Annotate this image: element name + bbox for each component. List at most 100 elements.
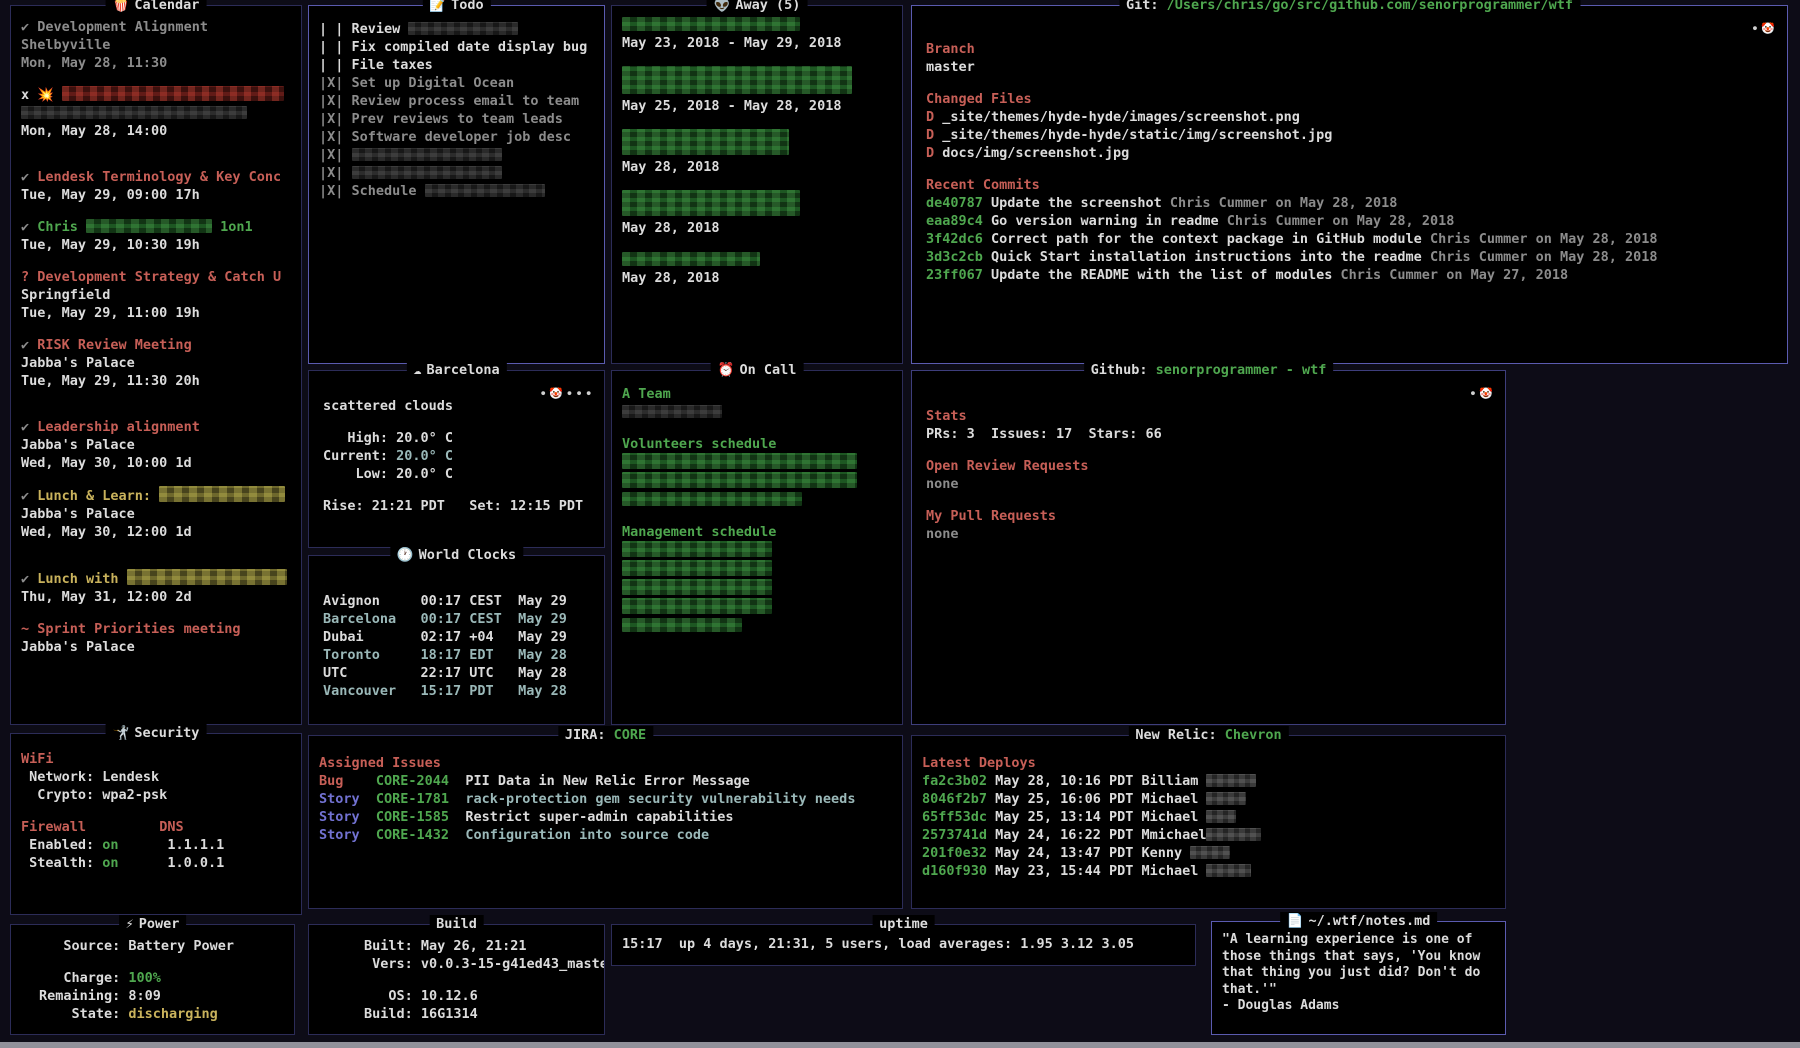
text: Schedule <box>352 183 425 199</box>
text: Git: <box>1126 0 1167 13</box>
spacer <box>21 72 293 86</box>
todo-item[interactable]: |X| <box>319 146 596 164</box>
text: | | <box>319 39 352 55</box>
text: May 24, 16:22 PDT Mmichael <box>987 827 1206 843</box>
text: May 28, 2018 <box>622 220 720 236</box>
text: _site/themes/hyde-hyde/static/img/screen… <box>942 127 1332 143</box>
text: Story <box>319 827 376 843</box>
panel-title: 🕐World Clocks <box>390 546 523 564</box>
schedule-entry <box>622 617 894 635</box>
text: On Call <box>739 362 796 378</box>
cloud-icon: ☁ <box>413 362 421 378</box>
text: Crypto: wpa2-psk <box>21 787 167 803</box>
text: Prev reviews to team leads <box>352 111 563 127</box>
away-person <box>622 251 894 269</box>
text: none <box>926 526 959 542</box>
text: Development Strategy & Catch U <box>37 269 281 285</box>
text: CORE-1781 <box>376 791 465 807</box>
text: Lunch with <box>37 571 126 587</box>
text: My Pull Requests <box>926 508 1056 524</box>
issue-row[interactable]: Story CORE-1781 rack-protection gem secu… <box>319 790 894 808</box>
away-person <box>622 16 894 34</box>
text: Vancouver 15:17 PDT May 28 <box>323 683 567 699</box>
redacted-block <box>622 492 802 506</box>
text: Leadership alignment <box>37 419 200 435</box>
text: Management schedule <box>622 524 776 540</box>
text: Bug <box>319 773 376 789</box>
spacer <box>21 541 293 569</box>
text: State: <box>39 1006 128 1022</box>
text: 20.0° C <box>396 430 453 446</box>
schedule-entry <box>622 453 894 472</box>
redacted-block <box>622 405 722 418</box>
text: Build: 16G1314 <box>364 1006 478 1022</box>
panel-title: ⚡Power <box>119 915 187 933</box>
todo-item[interactable]: | | Fix compiled date display bug <box>319 38 596 56</box>
section-heading: Changed Files <box>926 90 1779 108</box>
todo-item[interactable]: | | File taxes <box>319 56 596 74</box>
text: May 28, 10:16 PDT Billiam <box>987 773 1206 789</box>
text: ✔ <box>21 488 37 504</box>
changed-file: D docs/img/screenshot.jpg <box>926 144 1779 162</box>
event-title: ✔ Development Alignment <box>21 18 293 36</box>
event-date: Wed, May 30, 12:00 1d <box>21 523 293 541</box>
on-call-panel: ⏰On CallA TeamVolunteers scheduleManagem… <box>611 370 903 725</box>
todo-item[interactable]: |X| Prev reviews to team leads <box>319 110 596 128</box>
todo-item[interactable]: |X| <box>319 164 596 182</box>
text: Charge: <box>39 970 128 986</box>
panel-body: BranchmasterChanged FilesD _site/themes/… <box>912 6 1787 363</box>
text: docs/img/screenshot.jpg <box>942 145 1129 161</box>
todo-item[interactable]: |X| Review process email to team <box>319 92 596 110</box>
redacted-block <box>622 618 742 632</box>
redacted-block <box>622 579 772 595</box>
todo-item[interactable]: |X| Schedule <box>319 182 596 200</box>
clock-row: Avignon 00:17 CEST May 29 <box>323 592 596 610</box>
text: Recent Commits <box>926 177 1040 193</box>
page-icon: 📄 <box>1287 913 1304 929</box>
git-panel: Git: /Users/chris/go/src/github.com/seno… <box>911 5 1788 364</box>
build-built: Built: May 26, 21:21 <box>364 937 596 955</box>
redacted-block <box>62 86 284 101</box>
todo-item[interactable]: |X| Set up Digital Ocean <box>319 74 596 92</box>
redacted-block <box>622 129 789 155</box>
text <box>86 819 159 835</box>
text: Fix compiled date display bug <box>352 39 588 55</box>
text: May 23, 15:44 PDT Michael <box>987 863 1206 879</box>
section-heading: Branch <box>926 40 1779 58</box>
text: Update the README with the list of modul… <box>983 267 1341 283</box>
spacer <box>21 140 293 168</box>
text: Jabba's Palace <box>21 437 135 453</box>
redacted-block <box>1190 846 1230 859</box>
text: Review <box>352 21 409 37</box>
redacted-block <box>425 184 545 197</box>
redacted-block <box>21 106 247 119</box>
issue-row[interactable]: Bug CORE-2044 PII Data in New Relic Erro… <box>319 772 894 790</box>
panel-title: Git: /Users/chris/go/src/github.com/seno… <box>1119 0 1580 14</box>
issue-row[interactable]: Story CORE-1432 Configuration into sourc… <box>319 826 894 844</box>
redacted-block <box>352 148 502 161</box>
deploy-row: d160f930 May 23, 15:44 PDT Michael <box>922 862 1497 880</box>
lightning-icon: ⚡ <box>126 916 134 932</box>
text: | | <box>319 21 352 37</box>
text: Set up Digital Ocean <box>352 75 515 91</box>
text: Low: <box>323 466 396 482</box>
panel-body: Avignon 00:17 CEST May 29Barcelona 00:17… <box>309 556 604 724</box>
text: Correct path for the context package in … <box>983 231 1430 247</box>
calendar-panel: 🍿Calendar✔ Development AlignmentShelbyvi… <box>10 5 302 725</box>
text: Jabba's Palace <box>21 639 135 655</box>
panel-title: Build <box>429 915 484 933</box>
panel-title: 🤺Security <box>106 724 207 742</box>
todo-panel: 📝Todo| | Review | | Fix compiled date di… <box>308 5 605 364</box>
text: Chris Cummer on May 28, 2018 <box>1170 195 1398 211</box>
issue-row[interactable]: Story CORE-1585 Restrict super-admin cap… <box>319 808 894 826</box>
todo-item[interactable]: | | Review <box>319 20 596 38</box>
todo-item[interactable]: |X| Software developer job desc <box>319 128 596 146</box>
redacted-block <box>1206 774 1256 787</box>
redacted-block <box>622 252 760 266</box>
schedule-entry <box>622 403 894 421</box>
spacer <box>622 176 894 190</box>
redacted-block <box>622 190 800 216</box>
redacted-block <box>352 166 502 179</box>
text: 8046f2b7 <box>922 791 987 807</box>
clown-indicator: ∙🤡 <box>1470 385 1496 403</box>
